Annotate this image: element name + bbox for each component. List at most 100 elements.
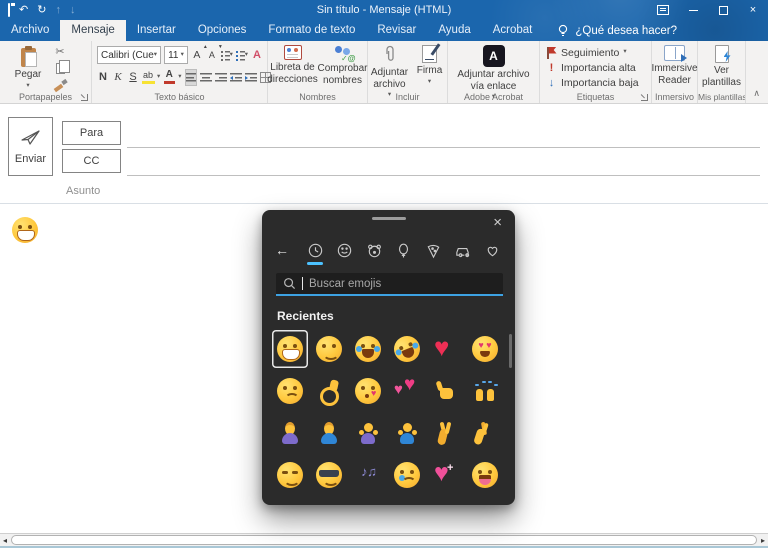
category-animals[interactable] (364, 240, 384, 260)
tab-mensaje[interactable]: Mensaje (60, 20, 125, 41)
follow-up-caret[interactable]: ▾ (623, 49, 626, 56)
follow-up-button[interactable]: Seguimiento ▾ (540, 45, 651, 60)
emoji-rolling-on-floor-laughing[interactable] (389, 330, 425, 368)
emoji-face-tears-of-joy[interactable] (350, 330, 386, 368)
clear-formatting-button[interactable]: A (251, 47, 263, 64)
cc-input[interactable] (131, 154, 758, 174)
category-smileys[interactable] (335, 240, 355, 260)
emoji-winking-face[interactable] (272, 456, 308, 494)
tab-acrobat[interactable]: Acrobat (482, 20, 544, 41)
maximize-icon[interactable] (708, 0, 738, 20)
to-button[interactable]: Para (62, 121, 121, 145)
emoji-man[interactable] (311, 414, 347, 452)
underline-button[interactable]: S (127, 69, 139, 86)
font-color-caret[interactable]: ▾ (178, 74, 181, 81)
numbering-button[interactable]: ▾ (236, 47, 248, 64)
tab-formato-de-texto[interactable]: Formato de texto (257, 20, 366, 41)
tab-insertar[interactable]: Insertar (126, 20, 187, 41)
emoji-heart-eyes[interactable] (467, 330, 503, 368)
subject-input[interactable] (131, 182, 758, 202)
italic-button[interactable]: K (112, 69, 124, 86)
clipboard-dialog-launcher-icon[interactable] (80, 93, 89, 102)
emoji-sparkling-heart[interactable] (428, 456, 464, 494)
tags-dialog-launcher-icon[interactable] (640, 93, 649, 102)
tab-archivo[interactable]: Archivo (0, 20, 60, 41)
align-center-button[interactable] (200, 69, 212, 86)
emoji-two-hearts[interactable] (389, 372, 425, 410)
low-importance-button[interactable]: ↓ Importancia baja (540, 75, 651, 90)
emoji-search-input[interactable] (309, 278, 496, 290)
font-color-button[interactable]: A (163, 69, 175, 86)
bullets-button[interactable]: ▾ (221, 47, 233, 64)
emoji-ok-hand[interactable] (311, 372, 347, 410)
emoji-victory-hand[interactable] (428, 414, 464, 452)
signature-caret[interactable]: ▾ (428, 79, 431, 86)
grow-font-button[interactable]: A▲ (191, 47, 203, 64)
bold-button[interactable]: N (97, 69, 109, 86)
to-input[interactable] (131, 126, 758, 146)
emoji-red-heart[interactable] (428, 330, 464, 368)
tab-ayuda[interactable]: Ayuda (427, 20, 481, 41)
emoji-winking-face-tongue[interactable] (467, 456, 503, 494)
minimize-icon[interactable] (678, 0, 708, 20)
paste-dropdown-caret[interactable]: ▾ (26, 83, 29, 90)
emoji-crossed-fingers[interactable] (467, 414, 503, 452)
save-icon[interactable] (8, 5, 10, 16)
emoji-smiling-face-sunglasses[interactable] (311, 456, 347, 494)
category-symbols[interactable] (482, 240, 502, 260)
undo-icon[interactable]: ↶ (19, 5, 28, 16)
category-recents[interactable] (305, 240, 325, 260)
emoji-man-shrugging[interactable] (389, 414, 425, 452)
horizontal-scrollbar-thumb[interactable] (11, 535, 757, 545)
copy-button[interactable] (52, 62, 68, 75)
scroll-right-icon[interactable]: ▸ (761, 534, 765, 546)
align-right-button[interactable] (215, 69, 227, 86)
emoji-smiling-face-smiling-eyes[interactable] (311, 330, 347, 368)
category-celebrations[interactable] (394, 240, 414, 260)
view-templates-button[interactable]: Ver plantillas (698, 41, 745, 88)
close-icon[interactable]: × (738, 0, 768, 20)
increase-indent-button[interactable] (245, 69, 257, 86)
ribbon-display-options-icon[interactable] (648, 0, 678, 20)
category-travel[interactable] (453, 240, 473, 260)
redo-icon[interactable]: ↻ (37, 5, 46, 16)
format-painter-button[interactable] (52, 79, 68, 92)
more-commands-icon[interactable] (84, 5, 88, 16)
highlight-color-button[interactable]: ab (142, 69, 154, 86)
font-name-select[interactable]: Calibri (Cue▾ (97, 46, 161, 64)
high-importance-button[interactable]: ! Importancia alta (540, 60, 651, 75)
tab-opciones[interactable]: Opciones (187, 20, 258, 41)
category-food[interactable] (423, 240, 443, 260)
emoji-thumbs-up[interactable] (428, 372, 464, 410)
emoji-search-box[interactable] (276, 273, 503, 296)
cut-button[interactable]: ✂ (52, 45, 68, 58)
highlight-caret[interactable]: ▾ (157, 74, 160, 81)
cc-button[interactable]: CC (62, 149, 121, 173)
send-button[interactable]: Enviar (8, 117, 53, 176)
collapse-ribbon-icon[interactable]: ∧ (753, 88, 760, 99)
paste-button[interactable]: Pegar ▾ (9, 44, 47, 89)
emoji-face-blowing-kiss[interactable] (350, 372, 386, 410)
panel-scrollbar-thumb[interactable] (509, 334, 512, 368)
emoji-crying-face[interactable] (389, 456, 425, 494)
decrease-indent-button[interactable] (230, 69, 242, 86)
panel-close-icon[interactable]: × (489, 212, 506, 233)
emoji-musical-notes[interactable] (350, 456, 386, 494)
group-immersive: Immersive Reader Inmersivo (652, 41, 698, 103)
shrink-font-button[interactable]: A▼ (206, 47, 218, 64)
panel-drag-handle[interactable] (372, 217, 406, 220)
font-size-select[interactable]: 11▾ (164, 46, 188, 64)
emoji-worried-face[interactable] (272, 372, 308, 410)
scroll-left-icon[interactable]: ◂ (3, 534, 7, 546)
panel-scrollbar[interactable] (508, 328, 512, 495)
emoji-woman[interactable] (272, 414, 308, 452)
emoji-woman-shrugging[interactable] (350, 414, 386, 452)
emoji-beaming-face[interactable] (272, 330, 308, 368)
tab-revisar[interactable]: Revisar (366, 20, 427, 41)
align-left-button[interactable] (185, 69, 197, 86)
tell-me-search[interactable]: ¿Qué desea hacer? (557, 20, 677, 41)
horizontal-scrollbar[interactable]: ◂ ▸ (0, 533, 768, 546)
back-arrow-icon[interactable]: ← (275, 242, 295, 258)
immersive-reader-button[interactable]: Immersive Reader (652, 41, 697, 86)
emoji-raising-hands[interactable] (467, 372, 503, 410)
